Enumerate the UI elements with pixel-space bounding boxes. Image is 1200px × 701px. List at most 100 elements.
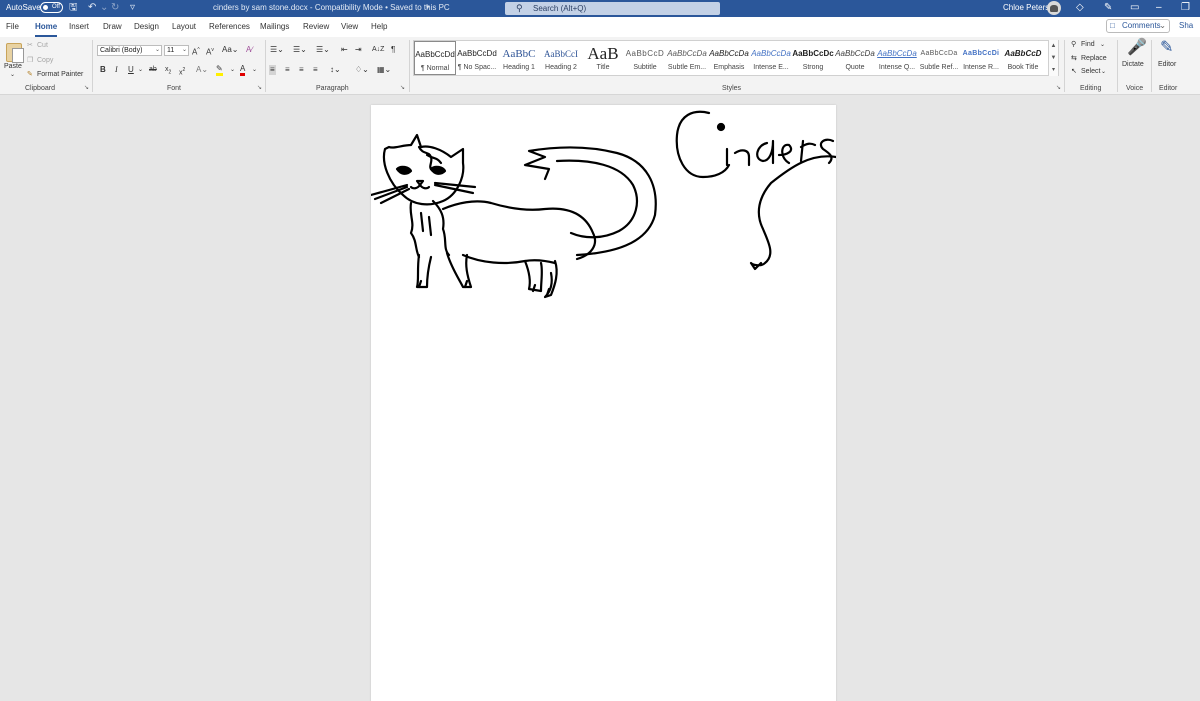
paragraph-launcher-icon[interactable]: ↘: [400, 84, 405, 93]
autosave-toggle[interactable]: Off: [40, 2, 63, 13]
more-styles-icon[interactable]: ▾: [1049, 64, 1058, 76]
text-effects-button[interactable]: A⌄: [196, 65, 208, 75]
title-dropdown-icon[interactable]: ▾: [426, 2, 430, 14]
restore-icon[interactable]: ❐: [1181, 2, 1190, 14]
font-family-select[interactable]: Calibri (Body) ⌄: [97, 45, 162, 56]
format-painter-icon[interactable]: ✎: [27, 70, 33, 80]
find-icon[interactable]: ⚲: [1071, 40, 1076, 50]
tab-insert[interactable]: Insert: [69, 21, 89, 33]
shrink-font-button[interactable]: Av: [206, 45, 214, 58]
strikethrough-button[interactable]: ab: [149, 65, 157, 75]
paste-dropdown-icon[interactable]: ⌄: [10, 70, 15, 80]
dictate-button[interactable]: Dictate: [1122, 60, 1144, 70]
pilcrow-icon[interactable]: ¶: [391, 45, 395, 55]
bullets-icon[interactable]: ☰⌄: [270, 45, 284, 55]
sort-icon[interactable]: A↓Z: [372, 45, 384, 55]
share-button[interactable]: Sha: [1174, 19, 1200, 33]
microphone-icon[interactable]: 🎤: [1127, 39, 1147, 57]
style-intense-emphasis[interactable]: AaBbCcDa Intense E...: [750, 41, 792, 75]
style-normal[interactable]: AaBbCcDd ¶ Normal: [414, 41, 456, 75]
save-icon[interactable]: 🖫: [69, 2, 78, 14]
copy-icon[interactable]: ❐: [27, 56, 33, 66]
tab-references[interactable]: References: [209, 21, 250, 33]
bold-button[interactable]: B: [100, 65, 106, 75]
style-book-title[interactable]: AaBbCcD Book Title: [1002, 41, 1044, 75]
editor-button[interactable]: Editor: [1158, 60, 1176, 70]
style-heading-1[interactable]: AaBbC Heading 1: [498, 41, 540, 75]
select-dropdown-icon[interactable]: ⌄: [1101, 67, 1106, 77]
style-strong[interactable]: AaBbCcDc Strong: [792, 41, 834, 75]
font-color-icon[interactable]: A: [240, 65, 246, 76]
chevron-up-icon[interactable]: ▲: [1049, 40, 1058, 52]
tab-layout[interactable]: Layout: [172, 21, 196, 33]
line-spacing-icon[interactable]: ↕⌄: [330, 65, 341, 75]
ink-drawing[interactable]: [371, 105, 836, 701]
tab-design[interactable]: Design: [134, 21, 159, 33]
paste-icon[interactable]: [6, 43, 24, 63]
increase-indent-icon[interactable]: ⇥: [355, 45, 362, 55]
style-emphasis[interactable]: AaBbCcDa Emphasis: [708, 41, 750, 75]
customize-toolbar-icon[interactable]: ▿: [130, 2, 135, 14]
justify-icon[interactable]: ≡: [313, 65, 318, 75]
copy-button[interactable]: Copy: [37, 56, 53, 66]
underline-dropdown-icon[interactable]: ⌄: [138, 65, 143, 75]
styles-scrollbar[interactable]: ▲ ▼ ▾: [1048, 40, 1058, 76]
comments-button[interactable]: □ Comments ⌄: [1106, 19, 1170, 33]
user-name[interactable]: Chloe Peters: [1003, 2, 1049, 14]
shading-icon[interactable]: ♢⌄: [355, 65, 369, 75]
style-heading-2[interactable]: AaBbCcI Heading 2: [540, 41, 582, 75]
styles-launcher-icon[interactable]: ↘: [1056, 84, 1061, 93]
style-intense-reference[interactable]: AaBbCcDi Intense R...: [960, 41, 1002, 75]
search-box[interactable]: ⚲ Search (Alt+Q): [505, 2, 720, 15]
style-subtle-reference[interactable]: AaBbCcDa Subtle Ref...: [918, 41, 960, 75]
replace-button[interactable]: Replace: [1081, 54, 1107, 64]
style-no-spacing[interactable]: AaBbCcDd ¶ No Spac...: [456, 41, 498, 75]
document-title[interactable]: cinders by sam stone.docx - Compatibilit…: [213, 2, 450, 14]
clear-formatting-icon[interactable]: A∕: [246, 45, 253, 55]
select-button[interactable]: Select: [1081, 67, 1100, 77]
tab-mailings[interactable]: Mailings: [260, 21, 289, 33]
style-subtitle[interactable]: AaBbCcD Subtitle: [624, 41, 666, 75]
ribbon-display-icon[interactable]: ▭: [1130, 2, 1139, 14]
font-color-dropdown-icon[interactable]: ⌄: [252, 65, 257, 75]
tab-file[interactable]: File: [6, 21, 19, 33]
borders-icon[interactable]: ▦⌄: [377, 65, 391, 75]
clipboard-launcher-icon[interactable]: ↘: [84, 84, 89, 93]
style-quote[interactable]: AaBbCcDa Quote: [834, 41, 876, 75]
tab-review[interactable]: Review: [303, 21, 329, 33]
find-dropdown-icon[interactable]: ⌄: [1100, 40, 1105, 50]
find-button[interactable]: Find: [1081, 40, 1095, 50]
tab-help[interactable]: Help: [371, 21, 387, 33]
font-launcher-icon[interactable]: ↘: [257, 84, 262, 93]
chevron-down-icon[interactable]: ▼: [1049, 52, 1058, 64]
grow-font-button[interactable]: A^: [192, 45, 200, 58]
align-right-icon[interactable]: ≡: [299, 65, 304, 75]
replace-icon[interactable]: ⇆: [1071, 54, 1077, 64]
align-left-icon[interactable]: ≡: [269, 65, 276, 75]
editor-pen-icon[interactable]: ✎: [1160, 39, 1173, 57]
numbering-icon[interactable]: ☰⌄: [293, 45, 307, 55]
align-center-icon[interactable]: ≡: [285, 65, 290, 75]
tab-home[interactable]: Home: [35, 21, 58, 37]
diamond-icon[interactable]: ◇: [1076, 2, 1084, 14]
decrease-indent-icon[interactable]: ⇤: [341, 45, 348, 55]
tab-draw[interactable]: Draw: [103, 21, 122, 33]
superscript-button[interactable]: x2: [179, 65, 185, 78]
redo-icon[interactable]: ↻: [111, 2, 119, 14]
italic-button[interactable]: I: [115, 65, 118, 75]
change-case-button[interactable]: Aa⌄: [222, 45, 239, 55]
avatar[interactable]: [1047, 1, 1061, 15]
subscript-button[interactable]: x2: [165, 65, 171, 77]
style-intense-quote[interactable]: AaBbCcDa Intense Q...: [876, 41, 918, 75]
pen-icon[interactable]: ✎: [1104, 2, 1112, 14]
cut-button[interactable]: Cut: [37, 41, 48, 51]
highlight-dropdown-icon[interactable]: ⌄: [230, 65, 235, 75]
tab-view[interactable]: View: [341, 21, 358, 33]
highlight-icon[interactable]: ✎: [216, 65, 223, 76]
select-icon[interactable]: ↖: [1071, 67, 1077, 77]
underline-button[interactable]: U: [128, 65, 134, 75]
undo-dropdown-icon[interactable]: ⌄: [100, 2, 108, 14]
document-page[interactable]: [371, 105, 836, 701]
style-subtle-emphasis[interactable]: AaBbCcDa Subtle Em...: [666, 41, 708, 75]
cut-icon[interactable]: ✂: [27, 41, 33, 51]
